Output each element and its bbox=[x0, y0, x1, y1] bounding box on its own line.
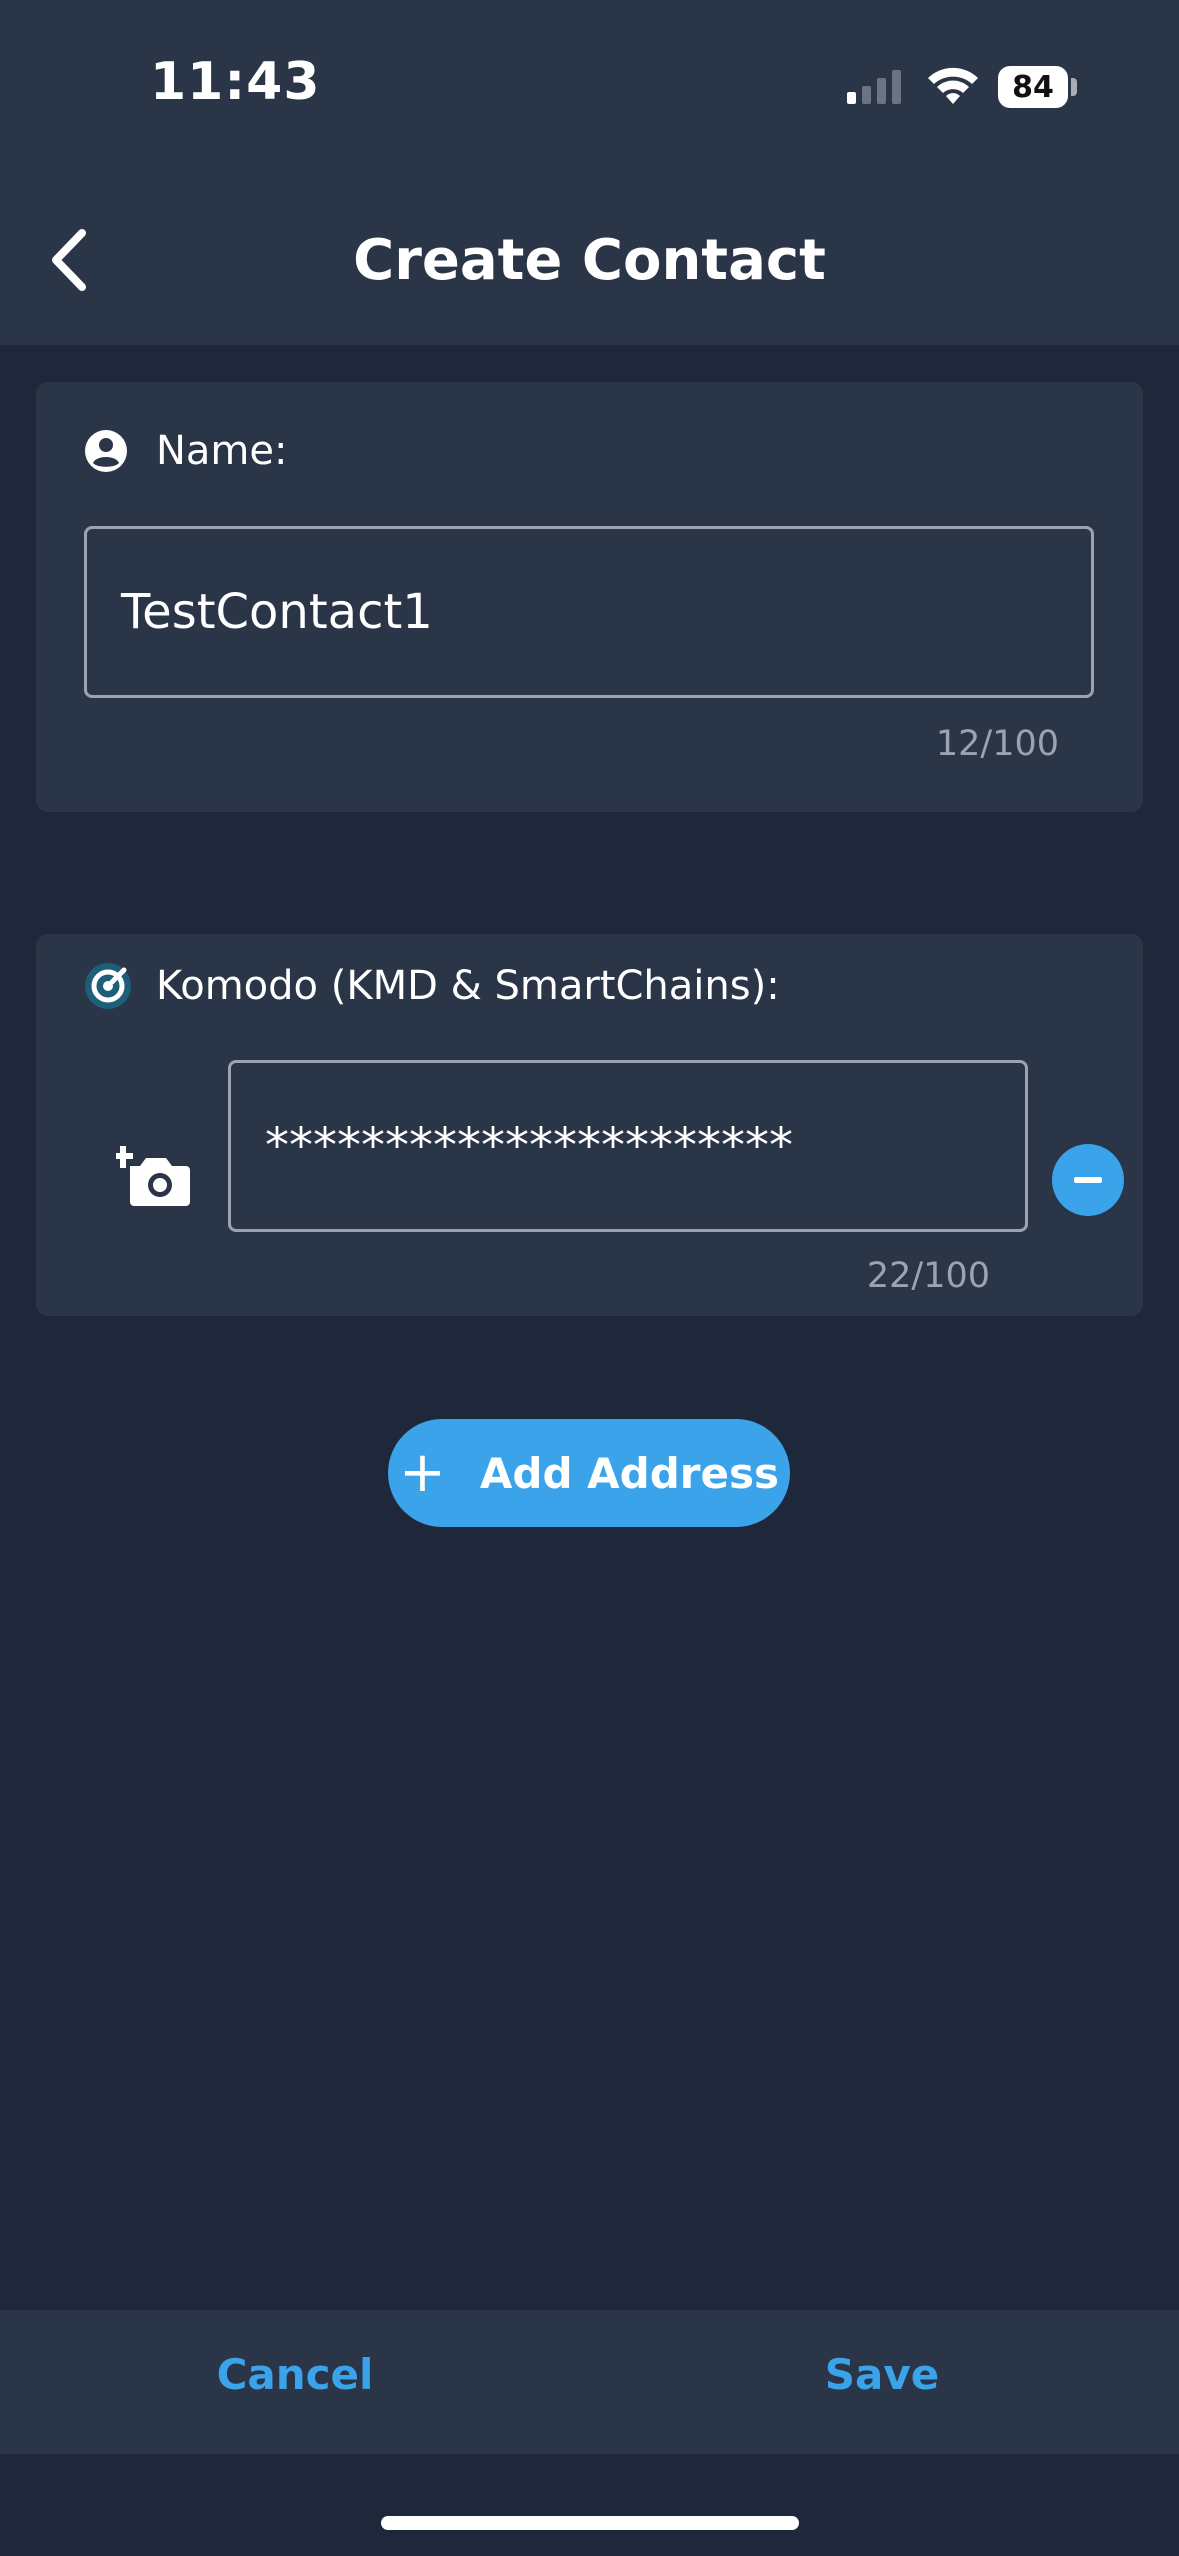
cancel-button[interactable]: Cancel bbox=[145, 2350, 445, 2414]
komodo-icon bbox=[85, 963, 131, 1009]
save-button[interactable]: Save bbox=[732, 2350, 1032, 2414]
home-indicator[interactable] bbox=[381, 2516, 799, 2530]
scan-qr-button[interactable] bbox=[113, 1140, 192, 1208]
cellular-signal-icon bbox=[847, 70, 901, 104]
name-input[interactable]: TestContact1 bbox=[84, 526, 1094, 698]
add-address-button[interactable]: + Add Address bbox=[388, 1419, 790, 1527]
coin-label-row: Komodo (KMD & SmartChains): bbox=[84, 962, 780, 1010]
name-label: Name: bbox=[156, 428, 288, 474]
add-address-label: Add Address bbox=[479, 1448, 779, 1498]
coin-label: Komodo (KMD & SmartChains): bbox=[156, 963, 780, 1009]
app-header: Create Contact bbox=[0, 170, 1179, 345]
wifi-icon bbox=[928, 67, 978, 104]
page-title: Create Contact bbox=[353, 228, 826, 293]
add-photo-camera-icon bbox=[113, 1146, 190, 1206]
bottom-action-bar: Cancel Save bbox=[0, 2310, 1179, 2454]
name-card: Name: TestContact1 12/100 bbox=[36, 382, 1143, 812]
remove-address-button[interactable] bbox=[1052, 1144, 1124, 1216]
minus-circle-icon bbox=[1052, 1144, 1124, 1216]
name-label-row: Name: bbox=[84, 428, 287, 474]
address-card: Komodo (KMD & SmartChains): ************… bbox=[36, 934, 1143, 1316]
address-char-counter: 22/100 bbox=[866, 1256, 990, 1296]
battery-tip bbox=[1071, 78, 1077, 96]
status-time: 11:43 bbox=[150, 52, 321, 112]
plus-icon: + bbox=[398, 1440, 446, 1505]
name-char-counter: 12/100 bbox=[935, 724, 1059, 764]
status-bar: 11:43 84 bbox=[0, 0, 1179, 170]
address-input-value: ********************** bbox=[265, 1118, 793, 1174]
account-circle-icon bbox=[85, 430, 127, 472]
name-input-value: TestContact1 bbox=[121, 584, 433, 640]
address-input[interactable]: ********************** bbox=[228, 1060, 1028, 1232]
battery-indicator: 84 bbox=[998, 66, 1068, 108]
